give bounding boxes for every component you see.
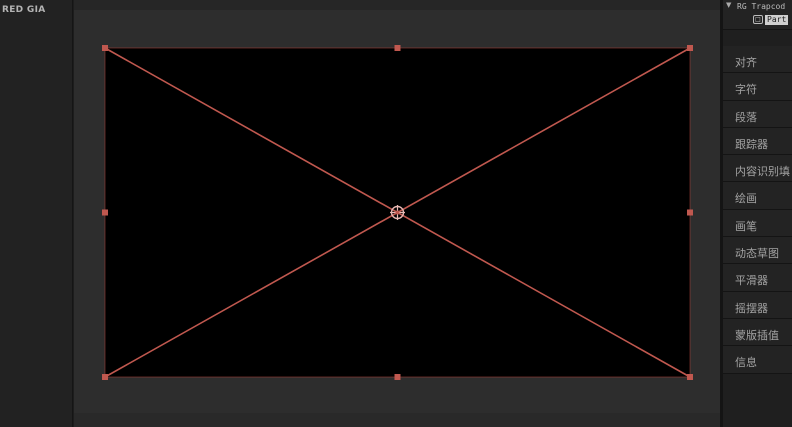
panel-label: 摇摆器 [735,301,768,315]
composition-canvas[interactable] [74,0,720,427]
panel-content-aware-fill[interactable]: 内容识别填 [723,155,792,183]
panel-smoother[interactable]: 平滑器 [723,264,792,292]
panel-paint[interactable]: 绘画 [723,182,792,210]
handle-middle-left[interactable] [102,209,108,216]
left-panel-label: RED GIA [2,5,46,15]
handle-bottom-right[interactable] [687,374,693,380]
panel-align[interactable]: 对齐 [723,46,792,74]
handle-bottom-left[interactable] [102,374,108,380]
chevron-down-icon[interactable]: ▼ [726,1,731,9]
panel-info[interactable]: 信息 [723,346,792,374]
panel-motion-sketch[interactable]: 动态草图 [723,237,792,265]
panel-label: 动态草图 [735,247,779,261]
layer-header[interactable]: ▼ RG Trapcod □ Part [723,0,792,30]
panel-list: 对齐 字符 段落 跟踪器 内容识别填 绘画 画笔 动态草图 平滑器 摇摆器 蒙版… [723,46,792,374]
handle-bottom-center[interactable] [394,374,401,380]
layer-title: RG Trapcod [737,2,786,11]
panel-label: 蒙版插值 [735,328,779,342]
panel-label: 字符 [735,83,757,97]
panel-label: 内容识别填 [735,165,790,179]
left-panel: RED GIA [0,0,73,427]
handle-middle-right[interactable] [687,209,693,216]
panel-label: 平滑器 [735,274,768,288]
panel-mask-interpolation[interactable]: 蒙版插值 [723,318,792,347]
handle-top-left[interactable] [102,45,108,51]
handle-top-center[interactable] [394,45,401,51]
panel-tracker[interactable]: 跟踪器 [723,127,792,156]
layer-icon: □ [753,15,763,24]
handle-top-right[interactable] [687,45,693,51]
panel-label: 跟踪器 [735,137,768,151]
layer-tag: Part [765,14,789,25]
panel-paragraph[interactable]: 段落 [723,100,792,128]
panel-label: 画笔 [735,219,757,233]
panel-character[interactable]: 字符 [723,73,792,101]
panel-label: 绘画 [735,192,757,206]
composition-viewer[interactable] [74,0,720,427]
panel-label: 段落 [735,110,757,124]
panel-wiggler[interactable]: 摇摆器 [723,291,792,319]
panel-brushes[interactable]: 画笔 [723,209,792,238]
panel-label: 对齐 [735,56,757,69]
panel-label: 信息 [735,356,757,370]
right-panel: ▼ RG Trapcod □ Part 对齐 字符 段落 跟踪器 内容识别填 绘… [723,0,792,427]
layer-subrow[interactable]: □ Part [753,14,789,25]
